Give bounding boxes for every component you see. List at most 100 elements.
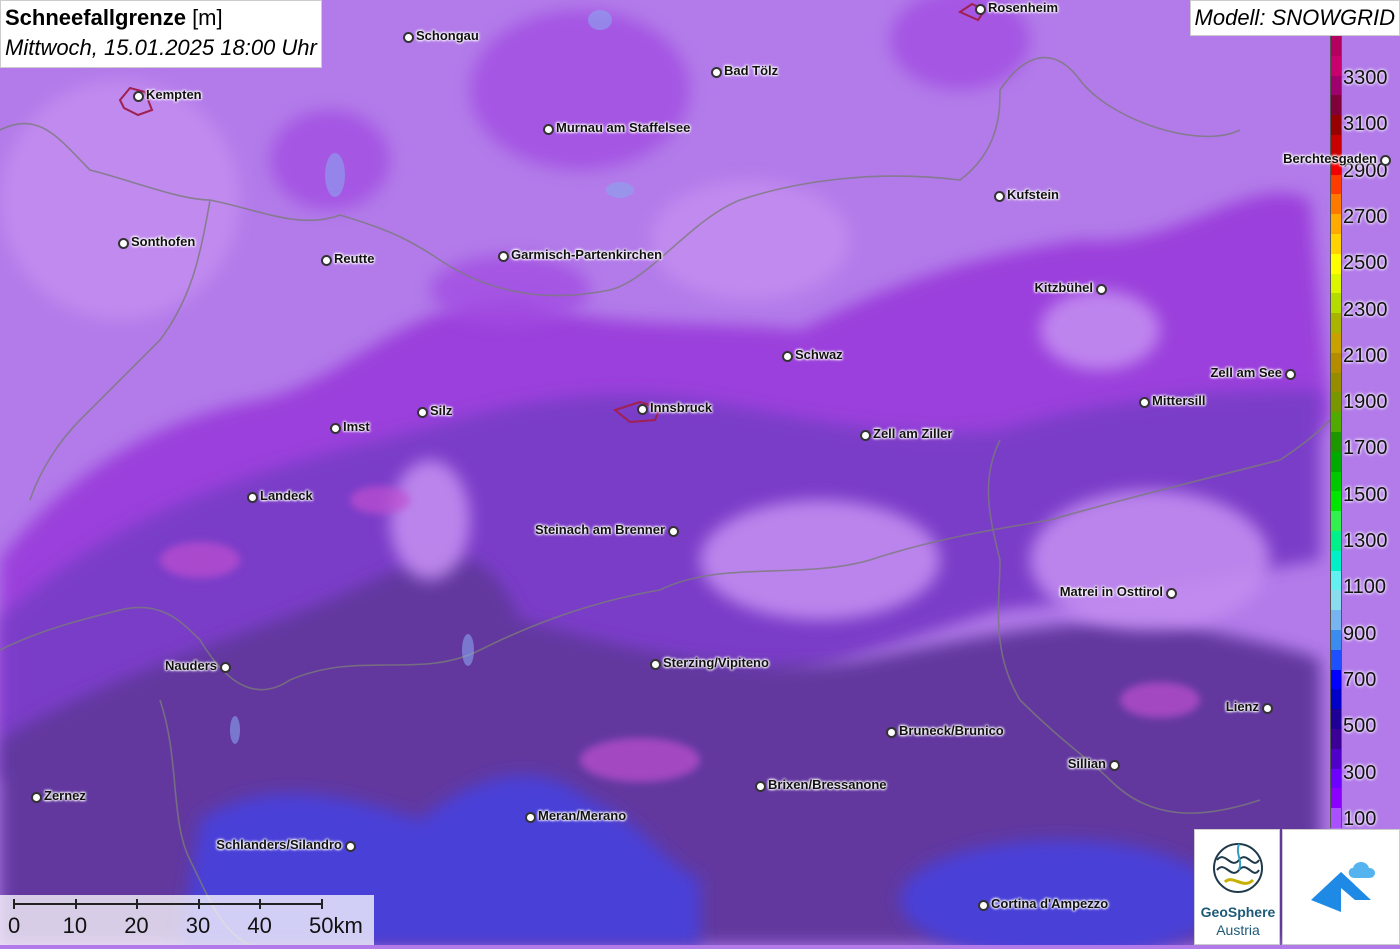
legend-label: 1700 [1343,437,1388,460]
legend-color-cell [1330,95,1342,116]
city-label: Bad Tölz [724,63,779,78]
city-marker-icon [978,900,989,911]
scale-tick [74,899,77,909]
legend-label: 2500 [1343,252,1388,275]
legend-color-cell [1330,313,1342,334]
city-marker-icon [650,659,661,670]
city-label: Zernez [44,788,86,803]
city-marker-icon [1262,703,1273,714]
legend-color-cell [1330,214,1342,235]
legend-color-cell [1330,649,1342,671]
legend-color-cell [1330,669,1342,690]
legend-color-cell [1330,689,1342,710]
city-marker-icon [543,124,554,135]
city-label: Bruneck/Brunico [899,723,1004,738]
map-title-unit: [m] [185,5,223,30]
city-label: Zell am See [1210,365,1282,380]
city-marker-icon [886,727,897,738]
legend-label: 3100 [1343,113,1388,136]
city-label: Schwaz [795,347,843,362]
legend-color-cell [1330,451,1342,473]
city-label: Schongau [416,28,479,43]
legend-color-cell [1330,115,1342,136]
map-title-main: Schneefallgrenze [5,5,186,30]
legend-color-cell [1330,333,1342,354]
legend-color-cell [1330,75,1342,96]
city-label: Steinach am Brenner [534,522,665,537]
legend-label: 1500 [1343,483,1388,506]
geosphere-logo-line2: Austria [1216,922,1260,938]
city-marker-icon [1096,284,1107,295]
app-logo[interactable] [1282,829,1400,945]
legend-color-cell [1330,748,1342,770]
city-label: Kitzbühel [1034,280,1094,295]
scale-label: 40 [247,913,272,938]
model-label: Modell: SNOWGRID [1189,0,1400,36]
legend-color-cell [1330,412,1342,433]
city-label: Matrei in Osttirol [1059,584,1163,599]
legend-label: 1900 [1343,391,1388,414]
legend-color-cell [1330,610,1342,631]
legend-color-cell [1330,570,1342,591]
legend-color-cell [1330,590,1342,611]
city-label: Kempten [146,87,202,102]
scale-label: 0 [8,913,21,938]
city-marker-icon [345,841,356,852]
legend-color-cell [1330,55,1342,77]
snowfall-limit-map[interactable] [0,0,1400,945]
legend-color-cell [1330,768,1342,789]
city-label: Reutte [334,251,375,266]
legend-color-cell [1330,372,1342,393]
scale-label: 30 [185,913,211,938]
cloud-arrow-icon [1311,862,1375,912]
geosphere-austria-logo[interactable]: GeoSphere Austria [1194,829,1280,945]
scale-bar: 0 10 20 30 40 50km [0,895,374,945]
legend-color-cell [1330,293,1342,314]
city-label: Lienz [1225,699,1259,714]
city-label: Imst [343,419,370,434]
city-label: Meran/Merano [538,808,627,823]
city-marker-icon [247,492,258,503]
city-label: Silz [430,403,453,418]
city-label: Nauders [164,658,217,673]
scale-bar-line [14,903,322,905]
legend-color-cell [1330,273,1342,294]
scale-tick [13,899,15,909]
legend-color-cell [1330,550,1342,572]
city-marker-icon [668,526,679,537]
geosphere-logo-line1: GeoSphere [1200,904,1276,920]
legend-color-cell [1330,194,1342,215]
city-label: Sterzing/Vipiteno [663,655,769,670]
city-marker-icon [1139,397,1150,408]
legend-color-cell [1330,808,1342,829]
legend-color-cell [1330,174,1342,195]
legend-color-cell [1330,709,1342,730]
geosphere-emblem-icon [1213,843,1263,893]
city-marker-icon [782,351,793,362]
city-marker-icon [403,32,414,43]
legend-label: 500 [1343,715,1377,738]
city-marker-icon [525,812,536,823]
legend-label: 900 [1343,622,1377,645]
city-marker-icon [220,662,231,673]
city-marker-icon [498,251,509,262]
legend-label: 3300 [1343,67,1388,89]
city-marker-icon [1109,760,1120,771]
city-marker-icon [31,792,42,803]
scale-label: 20 [124,913,149,938]
city-marker-icon [975,4,986,15]
city-label: Cortina d'Ampezzo [991,896,1109,911]
legend-color-cell [1330,511,1342,532]
title-box: Schneefallgrenze [m] Mittwoch, 15.01.202… [0,0,322,68]
scale-tick [259,899,262,909]
scale-tick [197,899,200,909]
city-label: Landeck [260,488,313,503]
city-label: Schlanders/Silandro [216,837,342,852]
map-date: Mittwoch, 15.01.2025 18:00 Uhr [5,35,317,60]
map-title: Schneefallgrenze [m] [5,3,317,33]
legend-label: 2700 [1343,205,1388,228]
scale-tick [136,899,139,909]
city-marker-icon [1380,155,1391,166]
legend-color-cell [1330,531,1342,552]
legend-color-cell [1330,491,1342,512]
